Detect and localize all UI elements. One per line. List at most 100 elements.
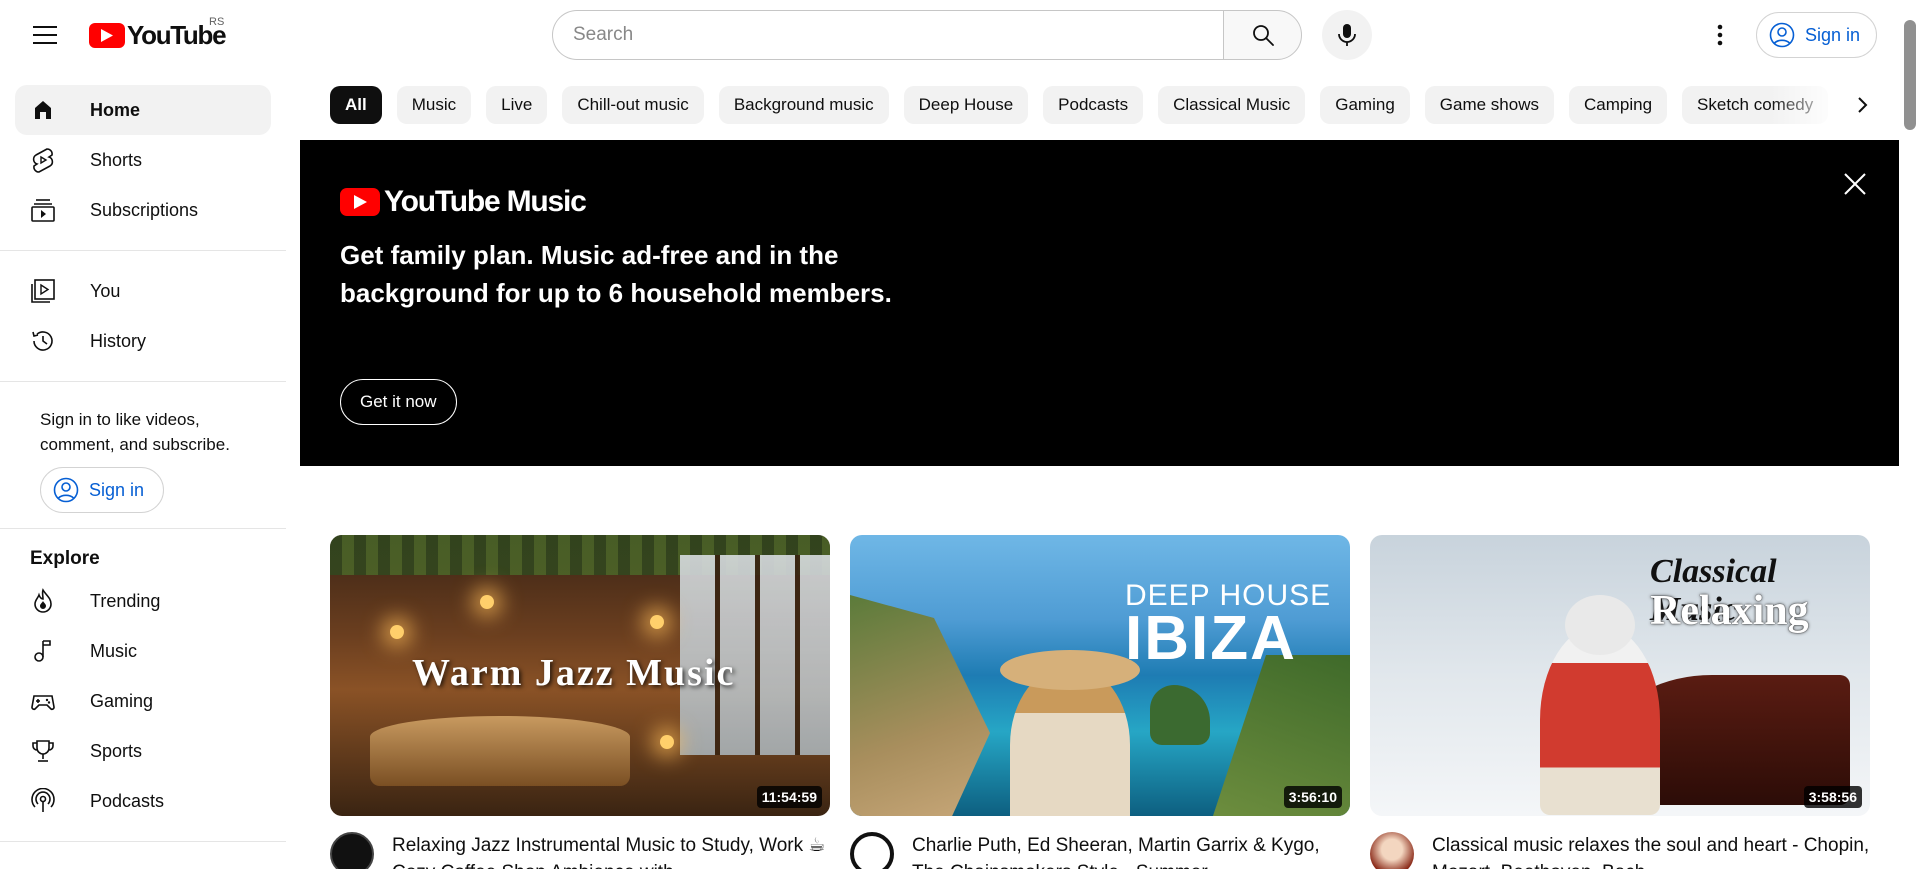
thumbnail-decor: [1150, 685, 1210, 745]
sidebar-item-home[interactable]: Home: [15, 85, 271, 135]
video-title[interactable]: Classical music relaxes the soul and hea…: [1432, 832, 1870, 869]
sidebar-item-sports[interactable]: Sports: [15, 726, 271, 776]
close-icon[interactable]: [1835, 164, 1875, 204]
sidebar-item-label: Sports: [90, 740, 143, 761]
video-thumbnail[interactable]: Warm Jazz Music 11:54:59: [330, 535, 830, 816]
search-button[interactable]: [1223, 10, 1302, 60]
video-thumbnail[interactable]: Classical Music Relaxing 3:58:56: [1370, 535, 1870, 816]
sidebar-item-gaming[interactable]: Gaming: [15, 676, 271, 726]
search-input[interactable]: [573, 24, 1203, 46]
sidebar-divider: [0, 841, 286, 842]
chip-game-shows[interactable]: Game shows: [1424, 86, 1554, 124]
chip-background-music[interactable]: Background music: [718, 86, 889, 124]
video-title[interactable]: Relaxing Jazz Instrumental Music to Stud…: [392, 832, 830, 869]
chip-podcasts[interactable]: Podcasts: [1043, 86, 1144, 124]
sidebar-item-label: Shorts: [90, 149, 143, 170]
home-icon: [30, 97, 56, 123]
youtube-play-icon: [89, 22, 125, 48]
gaming-icon: [30, 688, 56, 714]
youtube-app: YouTube RS Sign in Home: [0, 0, 1920, 869]
sidebar-item-podcasts[interactable]: Podcasts: [15, 776, 271, 826]
sidebar-item-label: Subscriptions: [90, 199, 199, 220]
search-box[interactable]: [552, 10, 1223, 60]
header-sign-in-label: Sign in: [1805, 24, 1861, 45]
history-icon: [30, 328, 56, 354]
chip-classical-music[interactable]: Classical Music: [1158, 86, 1306, 124]
sidebar-sign-in-block: Sign in to like videos, comment, and sub…: [0, 397, 286, 513]
chevron-right-icon[interactable]: [1843, 86, 1881, 124]
video-card[interactable]: Warm Jazz Music 11:54:59 Relaxing Jazz I…: [330, 535, 830, 869]
sidebar-divider: [0, 250, 286, 251]
channel-avatar[interactable]: [330, 832, 374, 869]
thumbnail-decor: [1565, 595, 1635, 655]
thumbnail-decor: [370, 716, 630, 786]
podcasts-icon: [30, 788, 56, 814]
sidebar-sign-in-label: Sign in: [89, 479, 145, 500]
thumbnail-text: Relaxing: [1650, 588, 1809, 634]
banner-headline: Get family plan. Music ad-free and in th…: [340, 240, 892, 308]
channel-avatar[interactable]: [850, 832, 894, 869]
video-card[interactable]: Classical Music Relaxing 3:58:56 Classic…: [1370, 535, 1870, 869]
menu-icon[interactable]: [25, 17, 65, 53]
sidebar-item-label: Podcasts: [90, 790, 165, 811]
thumbnail-decor: [850, 595, 990, 816]
video-duration: 3:56:10: [1283, 786, 1342, 808]
microphone-icon: [1338, 24, 1356, 46]
youtube-logo[interactable]: YouTube RS: [89, 16, 227, 50]
sidebar-divider: [0, 528, 286, 529]
sidebar-item-label: Gaming: [90, 690, 154, 711]
chip-deep-house[interactable]: Deep House: [903, 86, 1029, 124]
sidebar-item-you[interactable]: You: [15, 266, 271, 316]
get-it-now-button[interactable]: Get it now: [340, 379, 457, 425]
chip-camping[interactable]: Camping: [1568, 86, 1668, 124]
video-thumbnail[interactable]: DEEP HOUSE IBIZA 3:56:10: [850, 535, 1350, 816]
chip-chill-out-music[interactable]: Chill-out music: [562, 86, 704, 124]
chip-live[interactable]: Live: [486, 86, 548, 124]
sidebar-item-subscriptions[interactable]: Subscriptions: [15, 185, 271, 235]
chip-music[interactable]: Music: [396, 86, 472, 124]
account-icon: [53, 477, 79, 503]
thumbnail-text: IBIZA: [1125, 604, 1297, 673]
chip-gaming[interactable]: Gaming: [1320, 86, 1410, 124]
country-code: RS: [209, 16, 225, 28]
thumbnail-text: Warm Jazz Music: [412, 652, 736, 694]
video-meta: Charlie Puth, Ed Sheeran, Martin Garrix …: [850, 832, 1350, 869]
youtube-music-logo: YouTube Music: [340, 185, 587, 219]
video-title[interactable]: Charlie Puth, Ed Sheeran, Martin Garrix …: [912, 832, 1350, 869]
thumbnail-decor: [650, 615, 664, 629]
subscriptions-icon: [30, 197, 56, 223]
channel-avatar[interactable]: [1370, 832, 1414, 869]
video-duration: 3:58:56: [1803, 786, 1862, 808]
sidebar-item-label: Trending: [90, 590, 161, 611]
sidebar: Home Shorts Subscriptions You History Si…: [0, 70, 286, 869]
explore-title: Explore: [30, 548, 100, 569]
trophy-icon: [30, 738, 56, 764]
video-card[interactable]: DEEP HOUSE IBIZA 3:56:10 Charlie Puth, E…: [850, 535, 1350, 869]
page-scrollbar[interactable]: [1900, 0, 1920, 869]
chip-all[interactable]: All: [330, 86, 382, 124]
sidebar-divider: [0, 381, 286, 382]
thumbnail-decor: [480, 595, 494, 609]
sidebar-sign-in-button[interactable]: Sign in: [40, 467, 164, 513]
settings-menu-icon[interactable]: [1700, 17, 1740, 53]
sidebar-item-label: History: [90, 330, 147, 351]
search-icon: [1252, 25, 1274, 46]
youtube-play-icon: [340, 188, 380, 216]
sidebar-item-shorts[interactable]: Shorts: [15, 135, 271, 185]
you-icon: [30, 278, 56, 304]
sign-in-prompt: Sign in to like videos, comment, and sub…: [40, 410, 230, 454]
scrollbar-thumb[interactable]: [1904, 20, 1916, 130]
header-sign-in-button[interactable]: Sign in: [1756, 12, 1878, 58]
sidebar-item-history[interactable]: History: [15, 316, 271, 366]
search-bar: [552, 10, 1372, 60]
trending-icon: [30, 588, 56, 614]
voice-search-button[interactable]: [1322, 10, 1372, 60]
thumbnail-decor: [660, 735, 674, 749]
sidebar-item-music[interactable]: Music: [15, 626, 271, 676]
sidebar-item-label: Home: [90, 99, 141, 120]
sidebar-item-trending[interactable]: Trending: [15, 576, 271, 626]
top-header: YouTube RS Sign in: [0, 0, 1900, 70]
youtube-music-promo-banner: YouTube Music Get family plan. Music ad-…: [300, 140, 1899, 466]
thumbnail-decor: [1000, 650, 1140, 690]
thumbnail-decor: [390, 625, 404, 639]
